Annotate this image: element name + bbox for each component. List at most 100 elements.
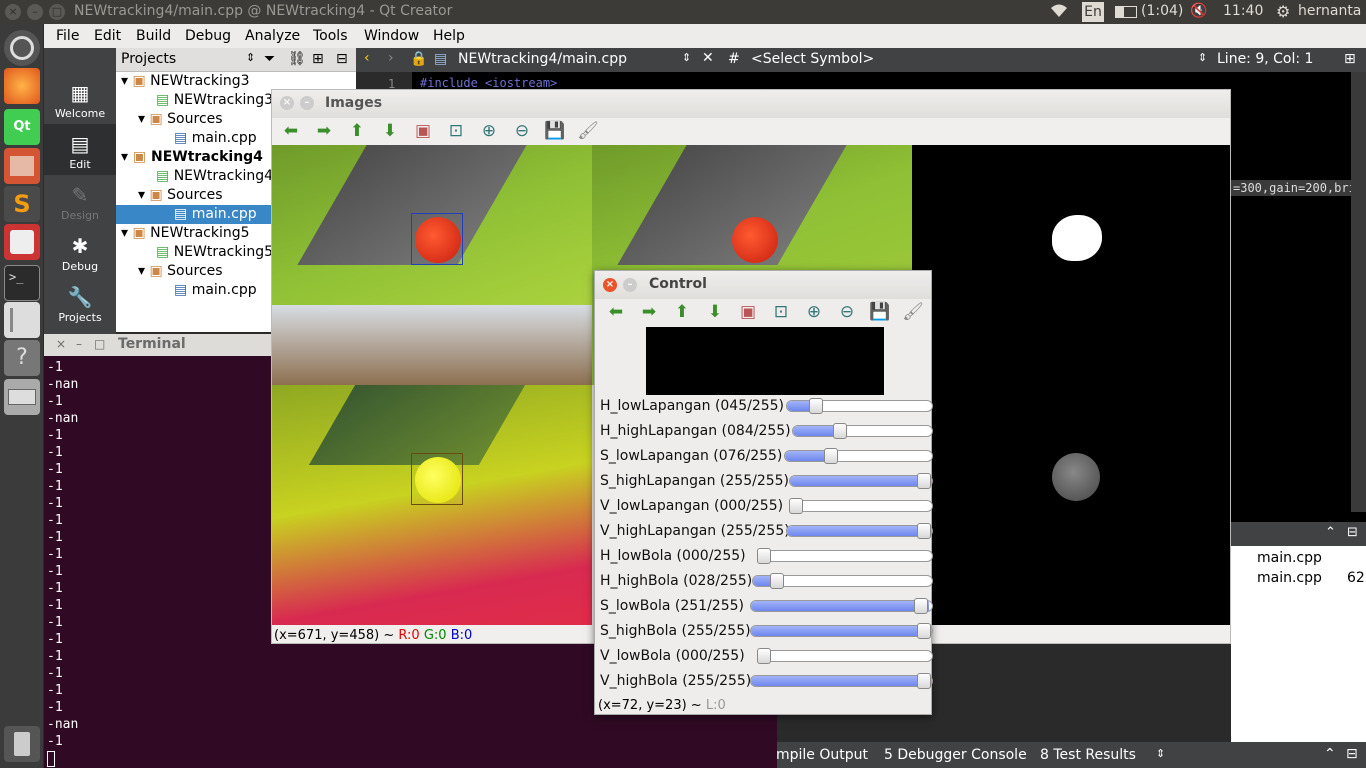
slider-track[interactable]: [757, 650, 933, 662]
tree-item-project[interactable]: ▾ ▣ NEWtracking5: [121, 224, 250, 243]
trash-icon[interactable]: [4, 726, 40, 762]
slider-thumb[interactable]: [757, 648, 771, 664]
help-icon[interactable]: ?: [4, 340, 40, 376]
slider-track[interactable]: [750, 675, 933, 687]
zoom-in-icon[interactable]: ⊕: [478, 120, 500, 142]
tree-item-file[interactable]: ▤ main.cpp: [174, 281, 257, 300]
back-icon[interactable]: ‹: [364, 50, 370, 66]
brush-icon[interactable]: 🖌: [577, 120, 599, 142]
control-titlebar[interactable]: × – Control: [595, 271, 931, 299]
slider-track[interactable]: [792, 425, 933, 437]
arrow-right-icon[interactable]: ➡: [638, 301, 660, 323]
tree-item-sources[interactable]: ▾ ▣ Sources: [138, 186, 223, 205]
slider-thumb[interactable]: [809, 398, 824, 414]
mode-design[interactable]: ✎ Design: [44, 175, 116, 226]
chevron-updown-icon[interactable]: ⇕: [1156, 747, 1165, 760]
tree-item-sources[interactable]: ▾ ▣ Sources: [138, 110, 223, 129]
hsv-image[interactable]: [272, 385, 592, 625]
clock[interactable]: 11:40: [1223, 3, 1263, 19]
menu-window[interactable]: Window: [364, 28, 419, 44]
issue-file[interactable]: main.cpp: [1257, 550, 1322, 566]
menu-edit[interactable]: Edit: [94, 28, 121, 44]
editor-scrollbar[interactable]: [1351, 72, 1366, 512]
images-titlebar[interactable]: × – Images: [272, 90, 1230, 118]
slider-track[interactable]: [789, 500, 933, 512]
forward-icon[interactable]: ›: [388, 50, 394, 66]
zoom-out-icon[interactable]: ⊖: [836, 301, 858, 323]
mode-welcome[interactable]: ▦ Welcome: [44, 73, 116, 124]
slider-track[interactable]: [786, 400, 933, 412]
gear-icon[interactable]: ⚙: [1276, 2, 1290, 21]
chevron-updown-icon[interactable]: ⇕: [1198, 51, 1207, 64]
open-file-selector[interactable]: NEWtracking4/main.cpp: [458, 51, 627, 67]
slider-track[interactable]: [789, 475, 933, 487]
mode-edit[interactable]: ▤ Edit: [44, 124, 116, 175]
slider-track[interactable]: [757, 550, 933, 562]
arrow-down-icon[interactable]: ⬇: [704, 301, 726, 323]
zoom-fit-icon[interactable]: ⊡: [445, 120, 467, 142]
close-pane-icon[interactable]: ⊟: [336, 51, 348, 67]
slider-track[interactable]: [784, 450, 933, 462]
issue-file[interactable]: main.cpp: [1257, 570, 1322, 586]
slider-thumb[interactable]: [770, 573, 785, 589]
symbol-selector[interactable]: <Select Symbol>: [751, 51, 874, 67]
slider-track[interactable]: [750, 625, 933, 637]
arrow-up-icon[interactable]: ⬆: [671, 301, 693, 323]
slider-thumb[interactable]: [917, 623, 931, 639]
chevron-updown-icon[interactable]: ⇕: [246, 51, 255, 64]
chevron-up-icon[interactable]: ⌃: [1325, 525, 1336, 540]
maximize-window-button[interactable]: □: [49, 4, 65, 20]
split-icon[interactable]: ⊞: [1344, 51, 1356, 67]
slider-thumb[interactable]: [917, 473, 931, 489]
terminal-prompt[interactable]: [47, 750, 78, 767]
slider-thumb[interactable]: [789, 498, 803, 514]
tree-item-pro-file[interactable]: ▤ NEWtracking4: [156, 167, 273, 186]
image-icon[interactable]: ▣: [737, 301, 759, 323]
close-pane-icon[interactable]: ⊟: [1347, 525, 1358, 540]
menu-build[interactable]: Build: [136, 28, 171, 44]
menu-file[interactable]: File: [56, 28, 79, 44]
tree-item-pro-file[interactable]: ▤ NEWtracking3: [156, 91, 273, 110]
mode-debug[interactable]: ✱ Debug: [44, 226, 116, 277]
link-icon[interactable]: ⛓: [288, 51, 306, 67]
qt-icon[interactable]: Qt: [4, 109, 40, 145]
mode-projects[interactable]: 🔧 Projects: [44, 277, 116, 328]
close-document-icon[interactable]: ✕: [702, 50, 714, 66]
menu-tools[interactable]: Tools: [313, 28, 348, 44]
threshold-image[interactable]: [912, 145, 1230, 625]
image-icon[interactable]: ▣: [412, 120, 434, 142]
wifi-icon[interactable]: [1049, 3, 1069, 23]
minimize-icon[interactable]: –: [300, 96, 314, 110]
tree-item-project[interactable]: ▾ ▣ NEWtracking3: [121, 72, 250, 91]
brush-icon[interactable]: 🖌: [902, 301, 924, 323]
close-pane-icon[interactable]: ⊟: [1346, 746, 1358, 762]
terminal-icon[interactable]: >_: [4, 265, 40, 301]
close-icon[interactable]: ×: [603, 278, 617, 292]
chevron-updown-icon[interactable]: ⇕: [682, 51, 691, 64]
slider-thumb[interactable]: [833, 423, 848, 439]
slider-thumb[interactable]: [917, 523, 931, 539]
tab-test-results[interactable]: 8 Test Results: [1040, 747, 1136, 763]
menu-help[interactable]: Help: [433, 28, 465, 44]
user-name[interactable]: hernanta: [1298, 3, 1361, 19]
arrow-up-icon[interactable]: ⬆: [346, 120, 368, 142]
arrow-right-icon[interactable]: ➡: [313, 120, 335, 142]
battery-icon[interactable]: [1115, 6, 1137, 18]
save-icon[interactable]: 💾: [869, 301, 891, 323]
chevron-up-icon[interactable]: ⌃: [1324, 746, 1336, 762]
arrow-down-icon[interactable]: ⬇: [379, 120, 401, 142]
minimize-icon[interactable]: –: [623, 278, 637, 292]
tree-item-file[interactable]: ▤ main.cpp: [174, 129, 257, 148]
files-icon[interactable]: [4, 148, 40, 184]
close-icon[interactable]: ×: [56, 337, 66, 351]
zoom-fit-icon[interactable]: ⊡: [770, 301, 792, 323]
tree-item-project-active[interactable]: ▾ ▣ NEWtracking4: [121, 148, 263, 167]
slider-track[interactable]: [786, 525, 933, 537]
volume-muted-icon[interactable]: 🔇: [1190, 3, 1207, 19]
slider-track[interactable]: [750, 600, 933, 612]
arrow-left-icon[interactable]: ⬅: [280, 120, 302, 142]
tab-compile-output[interactable]: mpile Output: [776, 747, 868, 763]
close-window-button[interactable]: ×: [5, 4, 21, 20]
tab-debugger-console[interactable]: 5 Debugger Console: [884, 747, 1027, 763]
ubuntu-logo-icon[interactable]: [4, 30, 40, 66]
